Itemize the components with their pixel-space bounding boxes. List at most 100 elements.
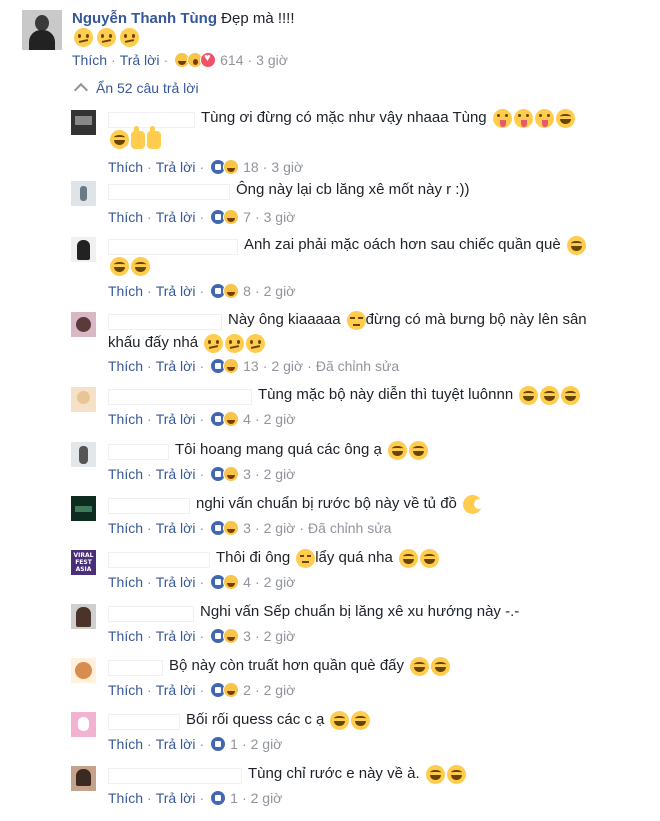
reaction-summary[interactable] <box>210 790 227 806</box>
confused-face-icon <box>74 28 93 47</box>
reaction-summary[interactable] <box>210 466 240 482</box>
haha-icon <box>223 358 240 374</box>
reply-button[interactable]: Trả lời <box>156 209 196 225</box>
timestamp[interactable]: 2 giờ <box>264 283 296 299</box>
like-button[interactable]: Thích <box>108 209 143 225</box>
reaction-count[interactable]: 1 <box>230 736 238 752</box>
reaction-count[interactable]: 3 <box>243 520 251 536</box>
avatar-text: ASIA <box>75 566 92 573</box>
reaction-summary[interactable] <box>210 736 227 752</box>
avatar[interactable] <box>71 442 96 467</box>
reply-button[interactable]: Trả lời <box>120 52 160 68</box>
reply-button[interactable]: Trả lời <box>156 466 196 482</box>
reaction-summary[interactable] <box>210 520 240 536</box>
reaction-count[interactable]: 4 <box>243 411 251 427</box>
reply-button[interactable]: Trả lời <box>156 790 196 806</box>
avatar[interactable] <box>71 312 96 337</box>
reply-text: Tùng chỉ rước e này về à. <box>248 763 466 785</box>
edited-label[interactable]: Đã chỉnh sửa <box>308 520 391 536</box>
redacted-author-name <box>108 552 210 568</box>
reply-button[interactable]: Trả lời <box>156 520 196 536</box>
reaction-summary[interactable] <box>210 358 240 374</box>
like-button[interactable]: Thích <box>108 411 143 427</box>
reaction-count[interactable]: 1 <box>230 790 238 806</box>
reply-actions: Thích · Trả lời · 13 · 2 giờ · Đã chỉnh sửa <box>108 358 400 374</box>
reaction-count[interactable]: 18 <box>243 159 259 175</box>
timestamp[interactable]: 3 giờ <box>271 159 303 175</box>
timestamp[interactable]: 2 giờ <box>251 790 283 806</box>
timestamp[interactable]: 2 giờ <box>264 574 296 590</box>
reaction-count[interactable]: 13 <box>243 358 259 374</box>
like-button[interactable]: Thích <box>108 520 143 536</box>
laugh-face-icon <box>566 235 586 255</box>
reply-body: Bộ này còn truất hơn quần què đấy <box>169 657 405 674</box>
avatar[interactable] <box>71 181 96 206</box>
reaction-summary[interactable] <box>210 159 240 175</box>
timestamp[interactable]: 2 giờ <box>271 358 303 374</box>
reply-body: Nghi vấn Sếp chuẩn bị lăng xê xu hướng n… <box>200 603 520 620</box>
reaction-summary[interactable] <box>210 682 240 698</box>
reaction-count[interactable]: 4 <box>243 574 251 590</box>
edited-label[interactable]: Đã chỉnh sửa <box>316 358 399 374</box>
reaction-summary[interactable] <box>210 628 240 644</box>
reply-button[interactable]: Trả lời <box>156 283 196 299</box>
avatar[interactable] <box>71 604 96 629</box>
reaction-summary[interactable] <box>210 411 240 427</box>
like-button[interactable]: Thích <box>108 159 143 175</box>
laugh-face-icon <box>408 440 428 460</box>
avatar[interactable] <box>22 10 62 50</box>
reaction-count[interactable]: 614 <box>220 52 243 68</box>
reaction-summary[interactable] <box>210 574 240 590</box>
timestamp[interactable]: 2 giờ <box>264 628 296 644</box>
reaction-count[interactable]: 8 <box>243 283 251 299</box>
like-button[interactable]: Thích <box>108 358 143 374</box>
author-name[interactable]: Nguyễn Thanh Tùng <box>72 10 217 27</box>
timestamp[interactable]: 2 giờ <box>264 466 296 482</box>
reply-button[interactable]: Trả lời <box>156 736 196 752</box>
redacted-author-name <box>108 389 252 405</box>
chevron-up-icon <box>73 82 89 98</box>
hide-replies-link[interactable]: Ẩn 52 câu trả lời <box>72 78 199 98</box>
timestamp[interactable]: 2 giờ <box>264 411 296 427</box>
like-button[interactable]: Thích <box>108 682 143 698</box>
avatar[interactable] <box>71 237 96 262</box>
avatar[interactable]: VIRAL FEST ASIA <box>71 550 96 575</box>
reaction-count[interactable]: 3 <box>243 466 251 482</box>
reaction-count[interactable]: 3 <box>243 628 251 644</box>
laugh-face-icon <box>110 257 129 276</box>
reply-button[interactable]: Trả lời <box>156 628 196 644</box>
timestamp[interactable]: 3 giờ <box>264 209 296 225</box>
avatar[interactable] <box>71 110 96 135</box>
reply-button[interactable]: Trả lời <box>156 682 196 698</box>
like-button[interactable]: Thích <box>108 574 143 590</box>
avatar[interactable] <box>71 387 96 412</box>
like-button[interactable]: Thích <box>108 466 143 482</box>
timestamp[interactable]: 2 giờ <box>251 736 283 752</box>
reply-body: Thôi đi ông <box>216 549 291 566</box>
like-button[interactable]: Thích <box>108 790 143 806</box>
timestamp[interactable]: 2 giờ <box>264 682 296 698</box>
reply-button[interactable]: Trả lời <box>156 411 196 427</box>
like-button[interactable]: Thích <box>108 628 143 644</box>
timestamp[interactable]: 2 giờ <box>264 520 296 536</box>
like-button[interactable]: Thích <box>108 283 143 299</box>
haha-icon <box>223 574 240 590</box>
reply-comment: Bộ này còn truất hơn quần què đấy Thích · T… <box>71 656 660 701</box>
timestamp[interactable]: 3 giờ <box>256 52 288 68</box>
reply-button[interactable]: Trả lời <box>156 358 196 374</box>
like-button[interactable]: Thích <box>72 52 107 68</box>
avatar[interactable] <box>71 766 96 791</box>
reaction-summary[interactable] <box>210 209 240 225</box>
reaction-count[interactable]: 2 <box>243 682 251 698</box>
like-icon <box>210 736 227 752</box>
reaction-summary[interactable] <box>210 283 240 299</box>
avatar[interactable] <box>71 658 96 683</box>
reply-button[interactable]: Trả lời <box>156 159 196 175</box>
avatar[interactable] <box>71 496 96 521</box>
avatar[interactable] <box>71 712 96 737</box>
reply-actions: Thích · Trả lời · 3 · 2 giờ <box>108 466 296 482</box>
like-button[interactable]: Thích <box>108 736 143 752</box>
reaction-count[interactable]: 7 <box>243 209 251 225</box>
reaction-summary[interactable] <box>174 52 217 68</box>
reply-button[interactable]: Trả lời <box>156 574 196 590</box>
